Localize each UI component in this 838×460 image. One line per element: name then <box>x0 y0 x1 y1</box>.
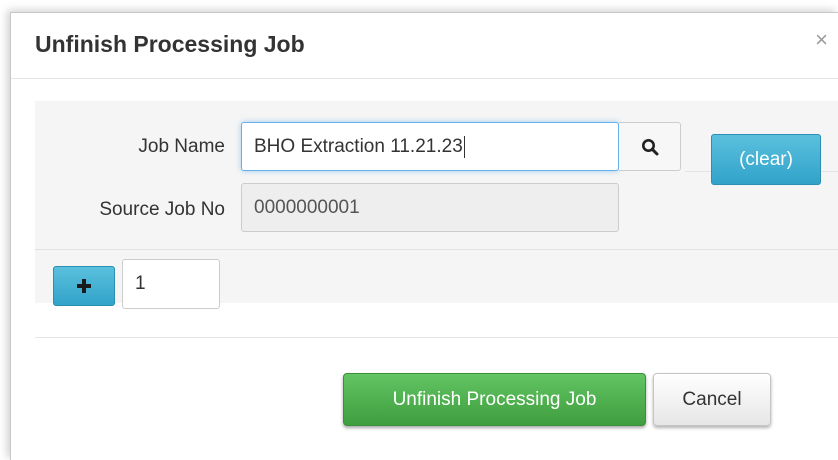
clear-button[interactable]: (clear) <box>711 134 821 185</box>
source-job-no-field: 0000000001 <box>241 183 619 232</box>
row-divider <box>35 249 838 250</box>
source-job-no-value: 0000000001 <box>254 196 360 218</box>
plus-icon <box>77 279 91 293</box>
job-name-input[interactable]: BHO Extraction 11.21.23 <box>241 122 619 171</box>
count-input[interactable]: 1 <box>122 259 220 309</box>
dialog-title: Unfinish Processing Job <box>35 31 305 57</box>
dialog-header: Unfinish Processing Job × <box>11 13 838 79</box>
job-filter-panel: Job Name BHO Extraction 11.21.23 (clear)… <box>35 101 838 309</box>
text-cursor <box>463 135 465 158</box>
search-button[interactable] <box>619 122 681 171</box>
close-icon[interactable]: × <box>815 29 828 51</box>
cancel-button[interactable]: Cancel <box>653 373 771 426</box>
unfinish-processing-job-button[interactable]: Unfinish Processing Job <box>343 373 646 426</box>
add-button[interactable] <box>53 266 115 306</box>
dialog-body: Job Name BHO Extraction 11.21.23 (clear)… <box>11 79 838 309</box>
job-name-label: Job Name <box>138 136 225 157</box>
footer-divider <box>35 337 838 338</box>
source-job-no-label: Source Job No <box>99 199 225 220</box>
job-name-value: BHO Extraction 11.21.23 <box>254 135 463 157</box>
search-icon <box>641 138 658 155</box>
count-value: 1 <box>135 273 146 294</box>
unfinish-processing-job-dialog: Unfinish Processing Job × Job Name BHO E… <box>10 12 838 460</box>
